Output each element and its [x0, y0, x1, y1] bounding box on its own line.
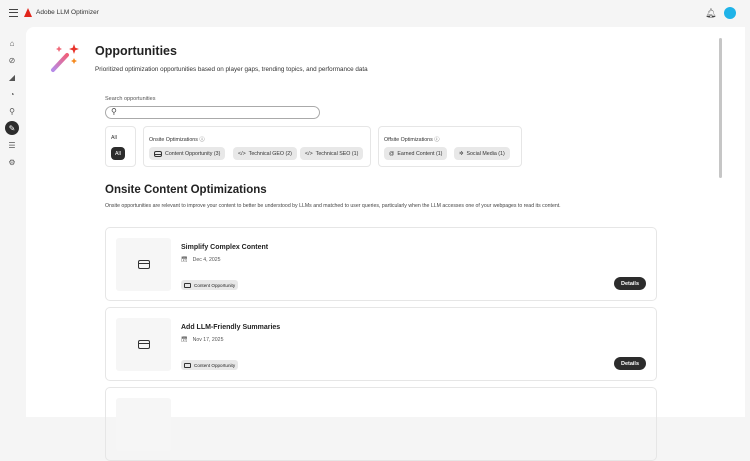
calendar-icon: 📅︎	[181, 257, 188, 263]
opportunity-card[interactable]	[105, 387, 657, 461]
details-button[interactable]: Details	[614, 357, 646, 370]
opportunity-card[interactable]: Simplify Complex Content 📅︎ Dec 4, 2025 C…	[105, 227, 657, 301]
section-description: Onsite opportunities are relevant to imp…	[105, 203, 561, 209]
chart-icon[interactable]: ◢	[6, 71, 18, 83]
avatar[interactable]	[724, 7, 736, 19]
calendar-icon: 📅︎	[181, 337, 188, 343]
scrollbar[interactable]	[719, 38, 722, 178]
search-input[interactable]: ⚲	[105, 106, 320, 119]
code-icon: </>	[305, 150, 313, 157]
card-thumbnail	[116, 238, 171, 291]
filter-group-all: All All	[105, 126, 136, 167]
filter-chip-technical-seo[interactable]: </> Technical SEO (1)	[300, 147, 364, 160]
info-icon: ⓘ	[434, 137, 440, 143]
details-button[interactable]: Details	[614, 277, 646, 290]
network-icon: ✲	[459, 150, 464, 157]
card-icon	[137, 260, 150, 269]
filter-group-title: Onsite Optimizations ⓘ	[149, 137, 205, 143]
search-icon[interactable]: ⚲	[6, 105, 18, 117]
section-title: Onsite Content Optimizations	[105, 184, 267, 196]
card-title: Add LLM-Friendly Summaries	[181, 324, 281, 331]
card-title: Simplify Complex Content	[181, 244, 269, 251]
at-icon: @	[389, 150, 395, 157]
filter-group-onsite: Onsite Optimizations ⓘ Content Opportuni…	[143, 126, 371, 167]
card-tag: Content Opportunity	[181, 360, 239, 370]
adobe-logo-icon	[24, 8, 32, 17]
filter-group-offsite: Offsite Optimizations ⓘ @ Earned Content …	[378, 126, 522, 167]
filter-group-title: All	[111, 135, 117, 141]
filter-chip-content-opportunity[interactable]: Content Opportunity (3)	[149, 147, 226, 160]
bell-icon[interactable]: 🔔︎	[705, 8, 716, 19]
card-icon	[184, 362, 191, 368]
wand-icon[interactable]: ✎	[5, 121, 19, 135]
filter-chip-social-media[interactable]: ✲ Social Media (1)	[454, 147, 510, 160]
filter-chip-technical-geo[interactable]: </> Technical GEO (2)	[233, 147, 297, 160]
database-icon[interactable]: ☰	[6, 139, 18, 151]
card-date: 📅︎ Dec 4, 2025	[181, 257, 221, 263]
filter-chip-earned-content[interactable]: @ Earned Content (1)	[384, 147, 448, 160]
info-icon: ⓘ	[199, 137, 205, 143]
card-date: 📅︎ Nov 17, 2025	[181, 337, 224, 343]
compass-icon[interactable]: ⊘	[6, 54, 18, 66]
card-tag: Content Opportunity	[181, 280, 239, 290]
app-title: Adobe LLM Optimizer	[36, 9, 99, 16]
search-icon: ⚲	[111, 107, 117, 116]
search-label: Search opportunities	[105, 96, 156, 102]
filter-group-title: Offsite Optimizations ⓘ	[384, 137, 440, 143]
gear-icon[interactable]: ⚙	[6, 156, 18, 168]
page-subtitle: Prioritized optimization opportunities b…	[95, 66, 368, 73]
code-icon: </>	[238, 150, 246, 157]
card-icon	[137, 340, 150, 349]
filter-chip-all[interactable]: All	[111, 147, 125, 160]
top-bar: Adobe LLM Optimizer 🔔︎	[0, 0, 750, 27]
card-icon	[184, 282, 191, 288]
card-thumbnail	[116, 398, 171, 451]
card-icon	[154, 150, 162, 157]
gauge-icon[interactable]: ◔	[6, 88, 18, 100]
magic-wand-icon	[51, 44, 79, 72]
opportunity-card[interactable]: Add LLM-Friendly Summaries 📅︎ Nov 17, 202…	[105, 307, 657, 381]
card-thumbnail	[116, 318, 171, 371]
page-title: Opportunities	[95, 44, 177, 58]
hamburger-menu-icon[interactable]	[9, 9, 18, 17]
home-icon[interactable]: ⌂	[6, 37, 18, 49]
